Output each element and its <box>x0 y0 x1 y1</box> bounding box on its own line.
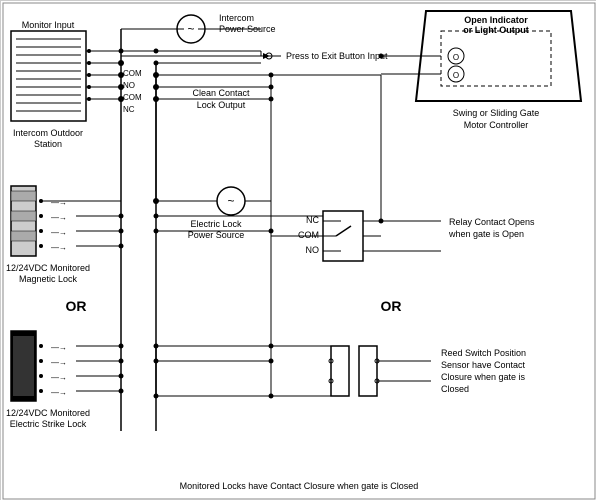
svg-text:Magnetic Lock: Magnetic Lock <box>19 274 78 284</box>
svg-text:OR: OR <box>66 298 87 314</box>
svg-text:12/24VDC Monitored: 12/24VDC Monitored <box>6 263 90 273</box>
svg-text:12/24VDC Monitored: 12/24VDC Monitored <box>6 408 90 418</box>
svg-text:Open Indicator: Open Indicator <box>464 15 528 25</box>
svg-text:—→: —→ <box>51 373 67 382</box>
svg-text:Relay Contact Opens: Relay Contact Opens <box>449 217 535 227</box>
svg-text:Sensor have Contact: Sensor have Contact <box>441 360 526 370</box>
svg-text:NC: NC <box>123 105 135 114</box>
svg-text:Lock Output: Lock Output <box>197 100 246 110</box>
svg-text:~: ~ <box>227 194 234 208</box>
svg-text:Station: Station <box>34 139 62 149</box>
svg-text:O: O <box>453 71 459 80</box>
svg-text:~: ~ <box>187 22 194 36</box>
svg-text:or Light Output: or Light Output <box>463 25 528 35</box>
svg-text:Intercom: Intercom <box>219 13 254 23</box>
svg-text:—→: —→ <box>51 343 67 352</box>
svg-text:Monitored Locks have Contact C: Monitored Locks have Contact Closure whe… <box>180 481 419 491</box>
svg-text:Closed: Closed <box>441 384 469 394</box>
svg-text:—→: —→ <box>51 358 67 367</box>
svg-text:—→: —→ <box>51 213 67 222</box>
svg-text:COM: COM <box>123 93 142 102</box>
svg-text:—→: —→ <box>51 198 67 207</box>
svg-text:NO: NO <box>123 81 135 90</box>
svg-text:Intercom Outdoor: Intercom Outdoor <box>13 128 83 138</box>
svg-text:Monitor Input: Monitor Input <box>22 20 75 30</box>
wiring-diagram: Monitor Input Intercom Outdoor Station ~… <box>0 0 596 500</box>
svg-text:OR: OR <box>381 298 402 314</box>
svg-text:when gate is Open: when gate is Open <box>448 229 524 239</box>
svg-text:—→: —→ <box>51 228 67 237</box>
svg-text:NO: NO <box>306 245 320 255</box>
svg-text:Closure when gate is: Closure when gate is <box>441 372 526 382</box>
svg-text:—→: —→ <box>51 243 67 252</box>
svg-text:COM: COM <box>298 230 319 240</box>
svg-text:Press to Exit Button Input: Press to Exit Button Input <box>286 51 388 61</box>
svg-text:—→: —→ <box>51 388 67 397</box>
svg-text:Electric Lock: Electric Lock <box>190 219 242 229</box>
svg-text:O: O <box>453 53 459 62</box>
svg-text:Reed Switch Position: Reed Switch Position <box>441 348 526 358</box>
svg-text:Swing or Sliding Gate: Swing or Sliding Gate <box>453 108 540 118</box>
svg-text:COM: COM <box>123 69 142 78</box>
svg-text:Electric Strike Lock: Electric Strike Lock <box>10 419 87 429</box>
svg-text:Motor Controller: Motor Controller <box>464 120 529 130</box>
svg-text:Clean Contact: Clean Contact <box>192 88 250 98</box>
